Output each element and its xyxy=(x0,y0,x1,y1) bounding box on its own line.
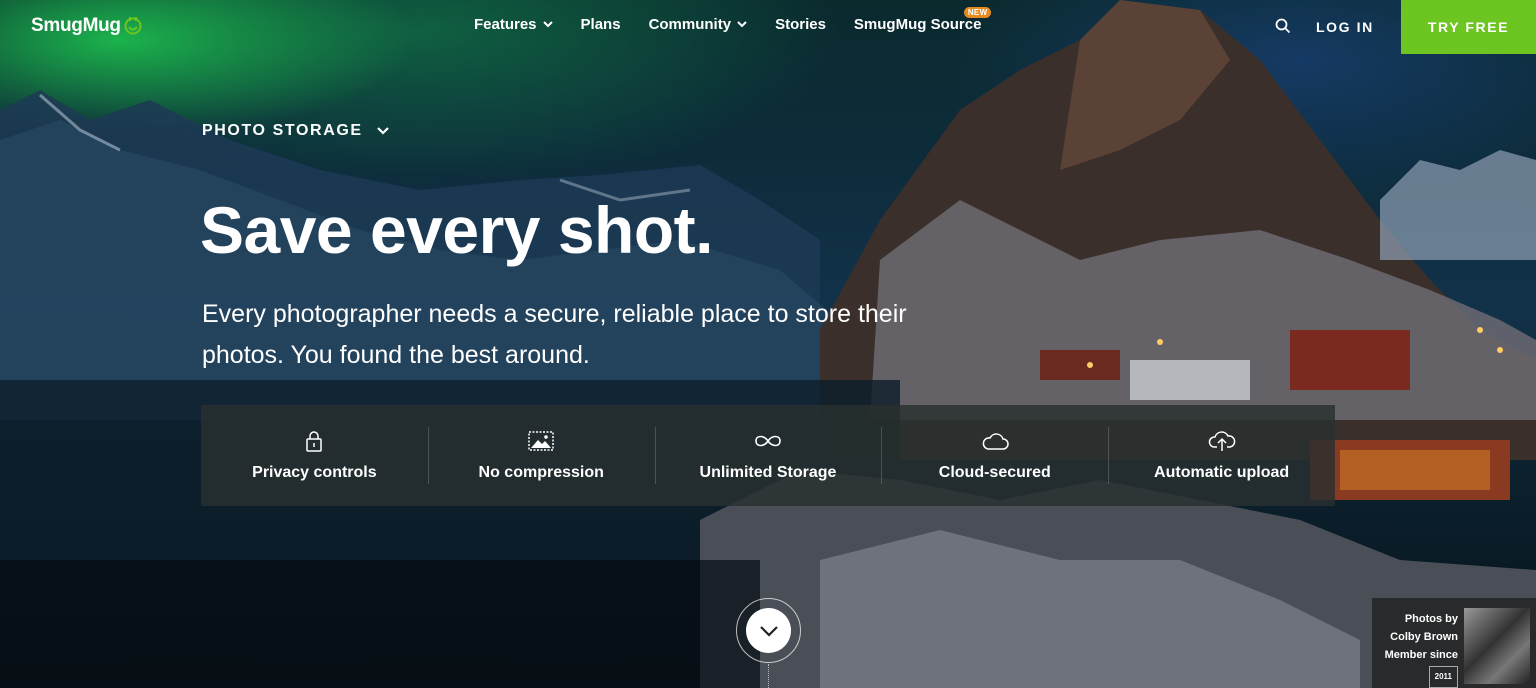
photo-storage-dropdown[interactable]: PHOTO STORAGE xyxy=(202,122,389,140)
nav-smugmug-source[interactable]: SmugMug Source NEW xyxy=(853,7,992,33)
logo[interactable]: SmugMug xyxy=(31,15,142,37)
smile-logo-icon xyxy=(124,17,142,35)
scroll-down-inner xyxy=(746,608,791,653)
photo-credit-text: Photos by Colby Brown Member since 2011 xyxy=(1372,610,1458,688)
infinity-icon xyxy=(755,435,781,446)
search-icon[interactable] xyxy=(1275,18,1291,34)
nav-features-label: Features xyxy=(474,16,537,33)
nav-smugmug-source-label: SmugMug Source xyxy=(853,16,982,33)
scroll-indicator-line xyxy=(768,664,769,688)
new-badge: NEW xyxy=(963,7,992,18)
credit-line3: Member since xyxy=(1384,649,1458,661)
feature-automatic-upload: Automatic upload xyxy=(1108,405,1335,506)
image-icon xyxy=(528,430,554,451)
feature-label: Unlimited Storage xyxy=(699,463,837,481)
hero-subtext: Every photographer needs a secure, relia… xyxy=(202,300,907,369)
feature-cloud-secured: Cloud-secured xyxy=(881,405,1108,506)
logo-text: SmugMug xyxy=(31,15,121,36)
chevron-down-icon xyxy=(737,21,747,28)
nav-features[interactable]: Features xyxy=(474,16,553,33)
credit-line1: Photos by xyxy=(1404,613,1458,625)
try-free-button[interactable]: TRY FREE xyxy=(1401,0,1536,54)
credit-year-badge: 2011 xyxy=(1428,666,1458,688)
credit-photographer: Colby Brown xyxy=(1390,631,1458,643)
scroll-down-button[interactable] xyxy=(736,598,801,663)
site-header: SmugMug Features Plans Community Stories… xyxy=(0,0,1536,54)
chevron-down-icon xyxy=(376,127,389,135)
feature-unlimited-storage: Unlimited Storage xyxy=(654,405,882,506)
login-link[interactable]: LOG IN xyxy=(1316,19,1374,35)
nav-stories[interactable]: Stories xyxy=(775,16,826,33)
photographer-avatar xyxy=(1464,608,1530,684)
cloud-icon xyxy=(982,432,1009,450)
cloud-upload-icon xyxy=(1208,430,1235,451)
features-bar: Privacy controls No compression Unlimite… xyxy=(201,405,1335,506)
chevron-down-icon xyxy=(542,21,553,28)
photo-credit[interactable]: Photos by Colby Brown Member since 2011 xyxy=(1372,598,1536,688)
nav-community-label: Community xyxy=(648,16,732,33)
nav-stories-label: Stories xyxy=(775,16,826,33)
main-nav: Features Plans Community Stories SmugMug… xyxy=(474,7,1009,33)
page-title: Save every shot. xyxy=(200,193,713,267)
feature-label: Automatic upload xyxy=(1154,463,1290,481)
eyebrow-label: PHOTO STORAGE xyxy=(202,122,363,139)
lock-icon xyxy=(306,430,323,452)
feature-privacy-controls: Privacy controls xyxy=(201,405,428,506)
nav-plans[interactable]: Plans xyxy=(581,16,621,33)
chevron-down-icon xyxy=(759,625,778,637)
feature-label: Privacy controls xyxy=(252,463,377,481)
feature-label: No compression xyxy=(478,463,604,481)
feature-label: Cloud-secured xyxy=(938,463,1051,481)
nav-community[interactable]: Community xyxy=(649,16,748,33)
nav-plans-label: Plans xyxy=(580,16,621,33)
feature-no-compression: No compression xyxy=(427,405,655,506)
